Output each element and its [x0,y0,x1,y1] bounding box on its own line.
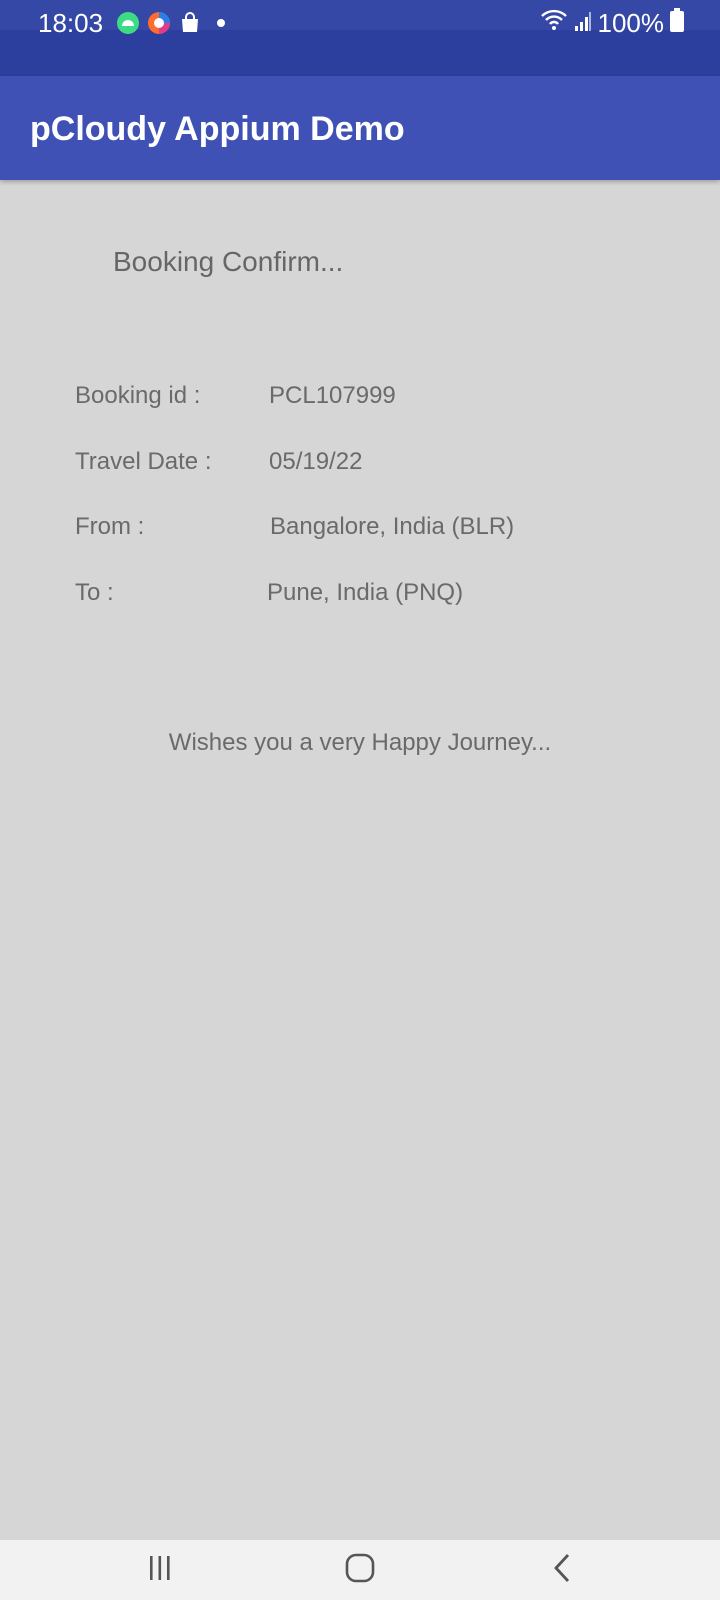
recent-apps-icon [145,1554,175,1587]
travel-date-value: 05/19/22 [269,448,363,475]
to-value: Pune, India (PNQ) [267,579,464,606]
booking-heading: Booking Confirm... [113,246,344,277]
battery-text: 100% [597,8,665,38]
status-time: 18:03 [38,8,104,38]
status-bar: 18:03 100% [0,0,720,76]
booking-id-value: PCL107999 [269,382,396,409]
from-label: From : [75,513,145,540]
wifi-icon [540,6,568,40]
booking-confirmation-panel: Booking Confirm... Booking id : PCL10799… [0,180,720,1540]
battery-icon [670,6,684,40]
dot-icon [209,11,233,35]
booking-id-label: Booking id : [75,382,201,409]
signal-icon [574,6,592,40]
browser-icon [147,11,171,35]
status-right: 100% [540,6,684,40]
to-label: To : [75,579,114,606]
from-value: Bangalore, India (BLR) [270,513,515,540]
home-button[interactable] [300,1540,420,1600]
home-icon [344,1552,376,1589]
back-button[interactable] [502,1540,622,1600]
back-icon [550,1552,574,1589]
app-bar: pCloudy Appium Demo [0,76,720,180]
shopping-bag-icon [178,11,202,35]
journey-wish-text: Wishes you a very Happy Journey... [168,729,552,756]
android-notification-icon [116,11,140,35]
travel-date-label: Travel Date : [75,448,212,475]
recent-apps-button[interactable] [100,1540,220,1600]
notification-icons [116,10,233,36]
app-title: pCloudy Appium Demo [30,110,405,148]
system-navigation-bar [0,1540,720,1600]
